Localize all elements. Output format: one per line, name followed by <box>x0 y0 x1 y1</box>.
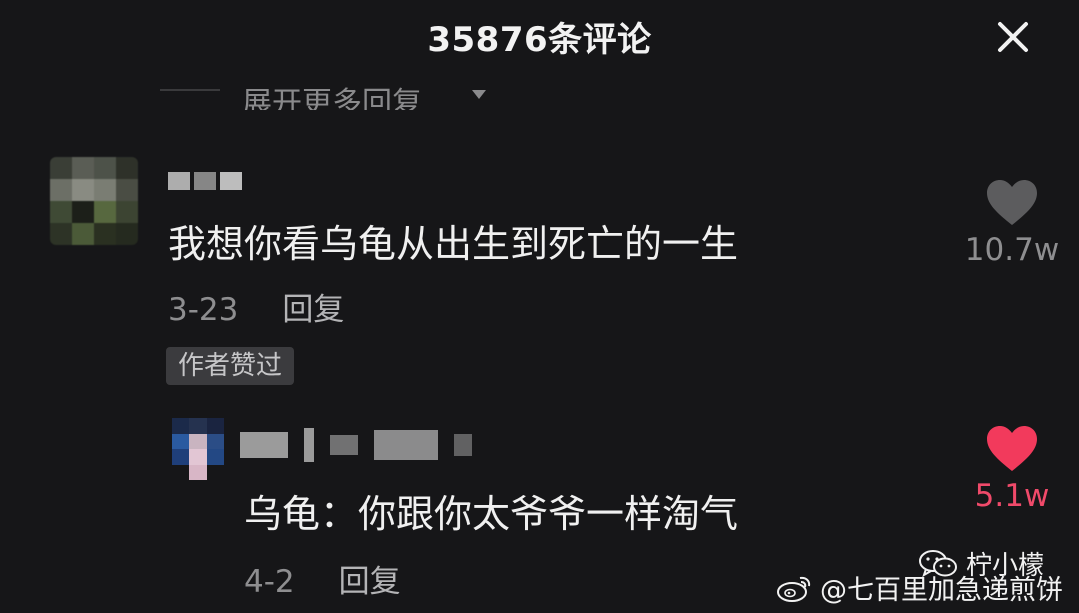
heart-icon <box>987 426 1037 471</box>
author-liked-badge: 作者赞过 <box>166 347 295 385</box>
expand-more-replies[interactable]: 展开更多回复 <box>160 62 560 110</box>
caret-down-icon <box>472 90 486 99</box>
like-button[interactable]: 10.7w <box>952 178 1072 268</box>
comment-count-title: 35876条评论 <box>427 20 652 60</box>
comment-meta: 3-23 回复 <box>168 284 344 329</box>
like-count: 5.1w <box>974 478 1050 514</box>
comment-text: 我想你看乌龟从出生到死亡的一生 <box>168 222 739 266</box>
comment-meta: 4-2 回复 <box>244 556 401 601</box>
heart-icon <box>987 180 1037 225</box>
weibo-handle: @七百里加急递煎饼 <box>820 575 1063 606</box>
like-count: 10.7w <box>964 232 1060 268</box>
comment-date: 3-23 <box>168 292 239 328</box>
weibo-watermark: @七百里加急递煎饼 <box>776 568 1063 607</box>
username-obscured[interactable] <box>168 172 242 190</box>
comment-text: 乌龟：你跟你太爷爷一样淘气 <box>244 492 739 536</box>
like-button[interactable]: 5.1w <box>952 424 1072 514</box>
avatar[interactable] <box>50 157 138 245</box>
username-obscured[interactable] <box>240 428 472 462</box>
comment-panel: 35876条评论 展开更多回复 我想你看乌龟从出生到死亡的一生 3-23 回复 作… <box>0 0 1079 613</box>
reply-button[interactable]: 回复 <box>339 564 401 600</box>
close-button[interactable] <box>990 14 1036 60</box>
weibo-icon <box>777 576 811 602</box>
close-icon <box>998 22 1028 52</box>
reply-button[interactable]: 回复 <box>282 292 344 328</box>
divider <box>160 89 220 91</box>
avatar[interactable] <box>172 418 224 480</box>
expand-more-replies-label: 展开更多回复 <box>242 86 422 110</box>
comment-date: 4-2 <box>244 564 295 600</box>
